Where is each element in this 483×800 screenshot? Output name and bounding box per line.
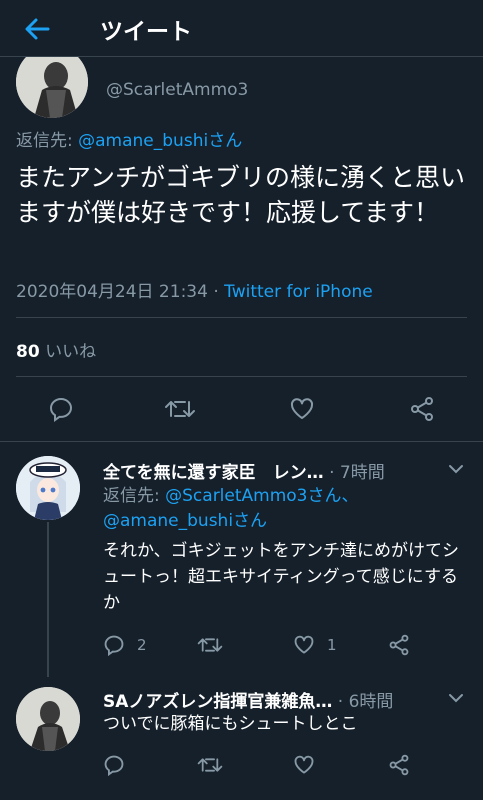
avatar[interactable] bbox=[16, 687, 80, 751]
likes-label: いいね bbox=[39, 342, 97, 362]
author-handle[interactable]: @ScarletAmmo3 bbox=[106, 80, 248, 100]
reply-time: · 6時間 bbox=[332, 692, 394, 712]
divider bbox=[16, 317, 467, 318]
like-count: 1 bbox=[327, 636, 337, 654]
like-icon[interactable] bbox=[289, 396, 315, 422]
retweet-icon[interactable] bbox=[164, 396, 196, 422]
reply-text: ついでに豚箱にもシュートしとこ bbox=[103, 714, 358, 734]
reply-to-line: 返信先: @ScarletAmmo3さん、 @amane_bushiさん bbox=[103, 484, 359, 534]
reply-item[interactable]: 全てを無に還す家臣 レン… · 7時間 返信先: @ScarletAmmo3さん… bbox=[0, 442, 483, 677]
reply-time: · 7時間 bbox=[323, 463, 385, 483]
share-icon[interactable] bbox=[388, 754, 410, 776]
reply-to-label: 返信先: bbox=[103, 486, 166, 506]
retweet-icon[interactable] bbox=[197, 634, 223, 656]
like-icon[interactable] bbox=[293, 754, 315, 776]
reply-icon[interactable] bbox=[103, 634, 125, 656]
chevron-down-icon[interactable] bbox=[448, 692, 464, 704]
reply-to-line: 返信先: @amane_bushiさん bbox=[16, 126, 242, 151]
avatar[interactable] bbox=[16, 456, 80, 520]
share-icon[interactable] bbox=[388, 634, 410, 656]
reply-count: 2 bbox=[137, 636, 147, 654]
reply-actions: 2 1 bbox=[103, 632, 473, 660]
reply-to-link[interactable]: @amane_bushiさん bbox=[103, 511, 267, 531]
header-bar: ツイート bbox=[0, 0, 483, 57]
reply-to-link[interactable]: @amane_bushiさん bbox=[78, 131, 242, 151]
tweet-source[interactable]: Twitter for iPhone bbox=[224, 282, 373, 302]
tweet-timestamp[interactable]: 2020年04月24日 21:34 bbox=[16, 282, 208, 302]
thread-line bbox=[47, 522, 49, 677]
tweet-author: @ScarletAmmo3 bbox=[0, 46, 483, 118]
divider bbox=[16, 376, 467, 377]
retweet-icon[interactable] bbox=[197, 754, 223, 776]
reply-header: SAノアズレン指揮官兼雑魚… · 6時間 bbox=[103, 687, 393, 712]
reply-header: 全てを無に還す家臣 レン… · 7時間 bbox=[103, 458, 385, 483]
reply-author-name[interactable]: 全てを無に還す家臣 レン… bbox=[103, 463, 324, 483]
reply-icon[interactable] bbox=[103, 754, 125, 776]
reply-to-label: 返信先: bbox=[16, 131, 79, 151]
reply-actions bbox=[103, 752, 473, 780]
tweet-actions bbox=[0, 390, 483, 430]
tweet-text: またアンチがゴキブリの様に湧くと思いますが僕は好きです！応援してます！ bbox=[16, 163, 466, 227]
share-icon[interactable] bbox=[409, 396, 435, 422]
likes-number: 80 bbox=[16, 342, 40, 362]
reply-item[interactable]: SAノアズレン指揮官兼雑魚… · 6時間 ついでに豚箱にもシュートしとこ bbox=[0, 677, 483, 800]
tweet-meta: 2020年04月24日 21:34 · Twitter for iPhone bbox=[16, 277, 373, 302]
reply-icon[interactable] bbox=[48, 396, 74, 422]
meta-separator: · bbox=[207, 282, 225, 302]
back-arrow-icon[interactable] bbox=[22, 14, 52, 44]
reply-text: それか、ゴキジェットをアンチ達にめがけてシュートっ！超エキサイティングって感じに… bbox=[103, 541, 459, 613]
page-title: ツイート bbox=[100, 19, 192, 45]
reply-author-name[interactable]: SAノアズレン指揮官兼雑魚… bbox=[103, 692, 332, 712]
likes-count[interactable]: 80 いいね bbox=[16, 337, 96, 362]
reply-to-link[interactable]: @ScarletAmmo3さん、 bbox=[165, 486, 358, 506]
chevron-down-icon[interactable] bbox=[448, 463, 464, 475]
like-icon[interactable] bbox=[293, 634, 315, 656]
